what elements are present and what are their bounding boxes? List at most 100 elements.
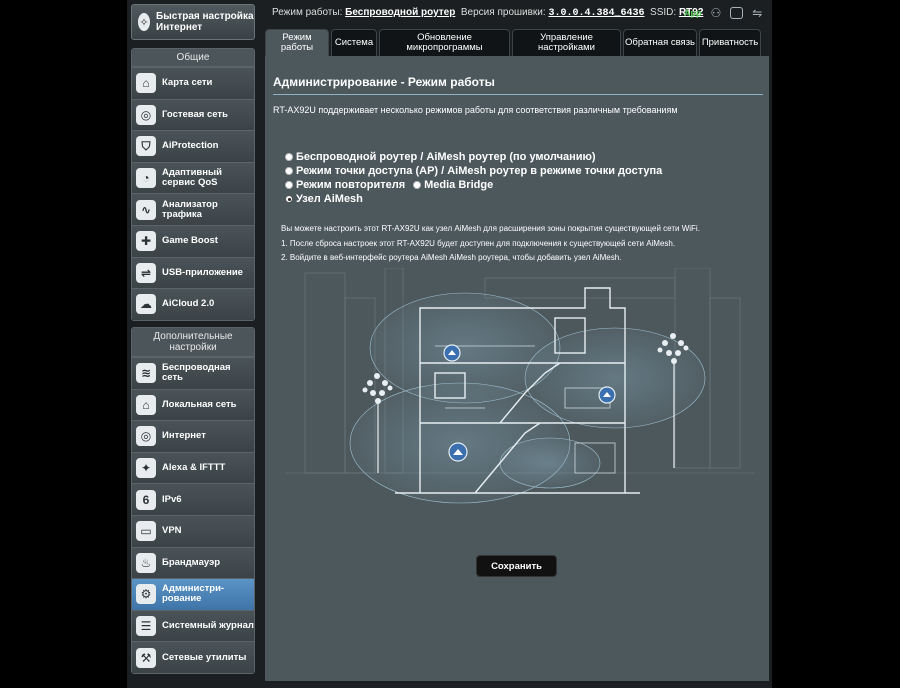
lan-icon: ⌂ [136, 394, 156, 415]
app-link[interactable]: App [684, 8, 702, 18]
sidebar-item-wifi[interactable]: ≋ Беспроводная сеть [132, 357, 254, 389]
sidebar-item-label: Alexa & IFTTT [162, 462, 226, 474]
mode-options: Беспроводной роутер / AiMesh роутер (по … [285, 150, 670, 206]
cloud-icon: ☁ [136, 294, 156, 315]
sidebar-item-lan[interactable]: ⌂ Локальная сеть [132, 388, 254, 421]
page-title: Администрирование - Режим работы [273, 75, 495, 89]
sidebar-item-label: Интернет [162, 430, 206, 442]
firmware-label: Версия прошивки: [460, 7, 546, 18]
mode-media-bridge[interactable]: Media Bridge [413, 179, 493, 191]
sidebar-item-network-map[interactable]: ⌂ Карта сети [132, 67, 254, 99]
status-bar: Режим работы: Беспроводной роутер Версия… [272, 7, 703, 19]
gamepad-icon: ✚ [136, 231, 156, 252]
advanced-title: Дополнительные настройки [132, 328, 254, 357]
mode-access-point[interactable]: Режим точки доступа (AP) / AiMesh роутер… [285, 165, 662, 177]
content-panel: Администрирование - Режим работы RT-AX92… [265, 56, 769, 681]
globe-icon: ◎ [136, 426, 156, 447]
sidebar-item-label: Беспроводная сеть [162, 362, 231, 384]
usb-status-icon[interactable]: ⇋ [752, 6, 762, 20]
sidebar-item-globe[interactable]: ◎ Интернет [132, 420, 254, 452]
info-line: 2. Войдите в веб-интерфейс роутера AiMes… [281, 253, 622, 262]
admin-icon: ⚙ [136, 584, 156, 605]
sidebar-item-label: Карта сети [162, 77, 213, 89]
sidebar-item-label: VPN [162, 525, 182, 537]
mode-link[interactable]: Беспроводной роутер [345, 7, 455, 18]
radio-button[interactable] [413, 181, 422, 189]
ssid-label: SSID: [650, 7, 677, 18]
radio-button[interactable] [285, 153, 293, 161]
tab-system[interactable]: Система [331, 29, 377, 56]
sidebar-item-fire[interactable]: ♨ Брандмауэр [132, 546, 254, 579]
sidebar-item-shield[interactable]: ⛉ AiProtection [132, 130, 254, 162]
wand-icon: ✧ [138, 13, 151, 31]
general-title: Общие [132, 49, 254, 67]
sidebar-general-group: Общие ⌂ Карта сети ◎ Гостевая сеть ⛉ AiProtec… [131, 48, 255, 321]
aimesh-info: Вы можете настроить этот RT-AX92U как уз… [281, 222, 700, 266]
gauge-icon: ◔ [136, 168, 156, 189]
mode-repeater[interactable]: Режим повторителя [285, 179, 405, 191]
sidebar-item-log[interactable]: ☰ Системный журнал [132, 609, 254, 642]
mode-wireless-router[interactable]: Беспроводной роутер / AiMesh роутер (по … [285, 151, 596, 163]
users-icon[interactable]: ⚇ [711, 6, 722, 20]
info-line: Вы можете настроить этот RT-AX92U как уз… [281, 224, 700, 233]
sidebar-item-label: Администри-рование [162, 583, 225, 605]
sidebar-item-alexa[interactable]: ✦ Alexa & IFTTT [132, 451, 254, 484]
wifi-icon: ≋ [136, 363, 156, 384]
ipv6-icon: 6 [136, 489, 156, 510]
sidebar-item-gamepad[interactable]: ✚ Game Boost [132, 224, 254, 257]
sidebar-item-ipv6[interactable]: 6 IPv6 [132, 483, 254, 515]
sidebar-item-label: Анализатор трафика [162, 198, 218, 220]
alexa-icon: ✦ [136, 458, 156, 479]
tab-bar: Режим работы Система Обновление микропро… [265, 29, 761, 56]
copy-icon[interactable] [730, 7, 744, 19]
log-icon: ☰ [136, 616, 156, 637]
tab-privacy[interactable]: Приватность [699, 29, 761, 56]
radio-button[interactable] [285, 181, 293, 189]
sidebar-item-cloud[interactable]: ☁ AiCloud 2.0 [132, 288, 254, 320]
sidebar-item-label: IPv6 [162, 493, 182, 505]
top-icons: App ⚇ ⇋ [684, 6, 762, 20]
tab-operation-mode[interactable]: Режим работы [265, 29, 329, 56]
firmware-link[interactable]: 3.0.0.4.384_6436 [548, 8, 644, 19]
sidebar-item-label: Локальная сеть [162, 398, 237, 410]
mode-label: Режим работы: [272, 7, 343, 18]
sidebar-item-tools[interactable]: ⚒ Сетевые утилиты [132, 641, 254, 673]
sidebar-item-label: Системный журнал [162, 620, 254, 632]
sidebar-item-globe[interactable]: ◎ Гостевая сеть [132, 98, 254, 131]
sidebar-item-label: USB-приложение [162, 266, 243, 278]
quick-setup-label: Быстрая настройка Интернет [156, 11, 254, 33]
sidebar-item-usb[interactable]: ⇌ USB-приложение [132, 256, 254, 289]
quick-internet-setup-button[interactable]: ✧ Быстрая настройка Интернет [131, 4, 255, 40]
sidebar-item-label: Game Boost [162, 235, 218, 247]
sidebar-item-label: Сетевые утилиты [162, 651, 247, 663]
sidebar-item-label: Брандмауэр [162, 556, 221, 568]
sidebar-item-label: AiCloud 2.0 [162, 298, 215, 310]
tools-icon: ⚒ [136, 647, 156, 668]
page-description: RT-AX92U поддерживает несколько режимов … [273, 105, 678, 115]
tab-firmware-upgrade[interactable]: Обновление микропрограммы [379, 29, 510, 56]
chart-icon: ∿ [136, 199, 156, 220]
radio-button[interactable] [285, 167, 293, 175]
sidebar-item-label: Адаптивный сервис QoS [162, 167, 222, 189]
tab-feedback[interactable]: Обратная связь [623, 29, 697, 56]
globe-icon: ◎ [136, 104, 156, 125]
aimesh-house-illustration [285, 268, 755, 504]
save-button[interactable]: Сохранить [476, 555, 557, 577]
shield-icon: ⛉ [136, 136, 156, 157]
sidebar-item-chart[interactable]: ∿ Анализатор трафика [132, 193, 254, 225]
sidebar-item-label: AiProtection [162, 140, 219, 152]
title-divider [273, 94, 763, 95]
sidebar-item-gauge[interactable]: ◔ Адаптивный сервис QoS [132, 161, 254, 194]
sidebar-advanced-group: Дополнительные настройки ≋ Беспроводная с… [131, 327, 255, 674]
sidebar-item-admin[interactable]: ⚙ Администри-рование [132, 578, 254, 610]
vpn-icon: ▭ [136, 521, 156, 542]
sidebar-item-vpn[interactable]: ▭ VPN [132, 514, 254, 547]
sidebar-item-label: Гостевая сеть [162, 108, 228, 120]
tab-settings-management[interactable]: Управление настройками [512, 29, 621, 56]
mode-aimesh-node[interactable]: Узел AiMesh [285, 193, 363, 205]
info-line: 1. После сброса настроек этот RT-AX92U б… [281, 238, 676, 248]
usb-icon: ⇌ [136, 262, 156, 283]
fire-icon: ♨ [136, 552, 156, 573]
network-map-icon: ⌂ [136, 73, 156, 94]
radio-button-selected[interactable] [285, 195, 293, 203]
